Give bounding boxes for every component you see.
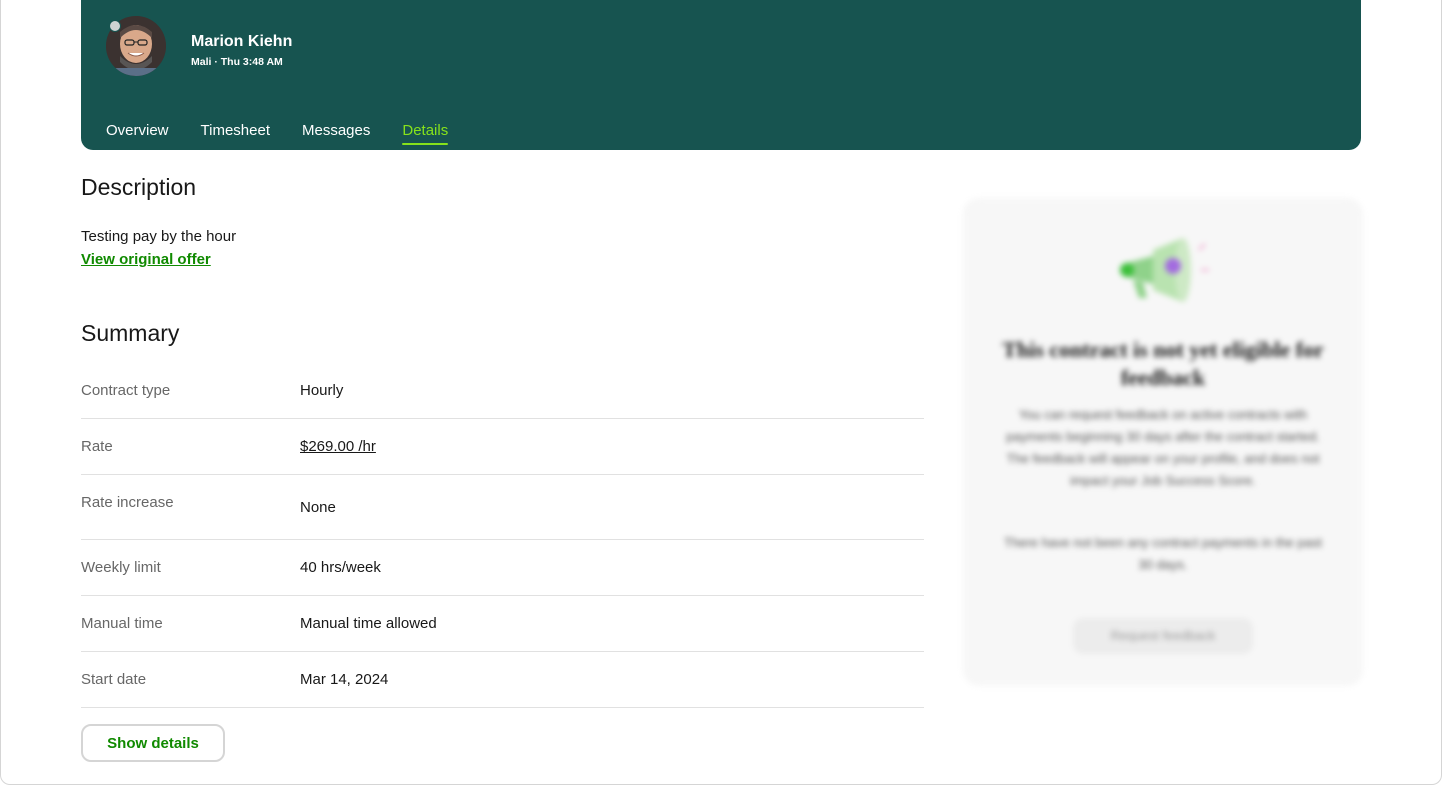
megaphone-icon: [1120, 238, 1209, 302]
show-details-button[interactable]: Show details: [81, 724, 225, 762]
summary-value: Manual time allowed: [300, 615, 437, 632]
user-name: Marion Kiehn: [191, 33, 293, 50]
tab-timesheet[interactable]: Timesheet: [201, 122, 270, 145]
view-original-offer-link[interactable]: View original offer: [81, 251, 211, 268]
summary-label: Manual time: [81, 615, 163, 632]
contract-tabs: Overview Timesheet Messages Details: [106, 122, 480, 145]
feedback-title: This contract is not yet eligible for fe…: [1002, 337, 1324, 390]
contract-header: Marion Kiehn Mali · Thu 3:48 AM Overview…: [81, 0, 1361, 150]
summary-label: Rate: [81, 438, 113, 455]
summary-value: 40 hrs/week: [300, 559, 381, 576]
tab-messages[interactable]: Messages: [302, 122, 370, 145]
summary-value: Hourly: [300, 382, 344, 399]
summary-value: None: [300, 499, 336, 516]
tab-details[interactable]: Details: [402, 122, 448, 145]
summary-row-rate-increase: Rate increase None: [81, 475, 924, 540]
summary-label: Rate increase: [81, 494, 174, 511]
summary-label: Contract type: [81, 382, 171, 399]
description-text: Testing pay by the hour: [81, 228, 237, 245]
summary-row-weekly-limit: Weekly limit 40 hrs/week: [81, 540, 924, 596]
status-dot: [109, 20, 121, 32]
app-frame: Marion Kiehn Mali · Thu 3:48 AM Overview…: [0, 0, 1442, 785]
summary-title: Summary: [81, 320, 180, 346]
feedback-text: You can request feedback on active contr…: [1006, 407, 1320, 488]
user-location-time: Mali · Thu 3:48 AM: [191, 56, 283, 68]
request-feedback-button[interactable]: Request feedback: [1073, 618, 1253, 654]
summary-label: Start date: [81, 671, 147, 688]
description-title: Description: [81, 174, 197, 200]
summary-row-contract-type: Contract type Hourly: [81, 364, 924, 419]
feedback-card: This contract is not yet eligible for fe…: [963, 198, 1363, 686]
summary-row-start-date: Start date Mar 14, 2024: [81, 652, 924, 708]
summary-value: Mar 14, 2024: [300, 671, 389, 688]
tab-overview[interactable]: Overview: [106, 122, 169, 145]
rate-link[interactable]: $269.00 /hr: [300, 438, 376, 455]
summary-label: Weekly limit: [81, 559, 161, 576]
summary-row-rate: Rate $269.00 /hr: [81, 419, 924, 475]
summary-table: Contract type Hourly Rate $269.00 /hr Ra…: [81, 364, 924, 708]
summary-row-manual-time: Manual time Manual time allowed: [81, 596, 924, 652]
feedback-note: There have not been any contract payment…: [1004, 535, 1322, 572]
